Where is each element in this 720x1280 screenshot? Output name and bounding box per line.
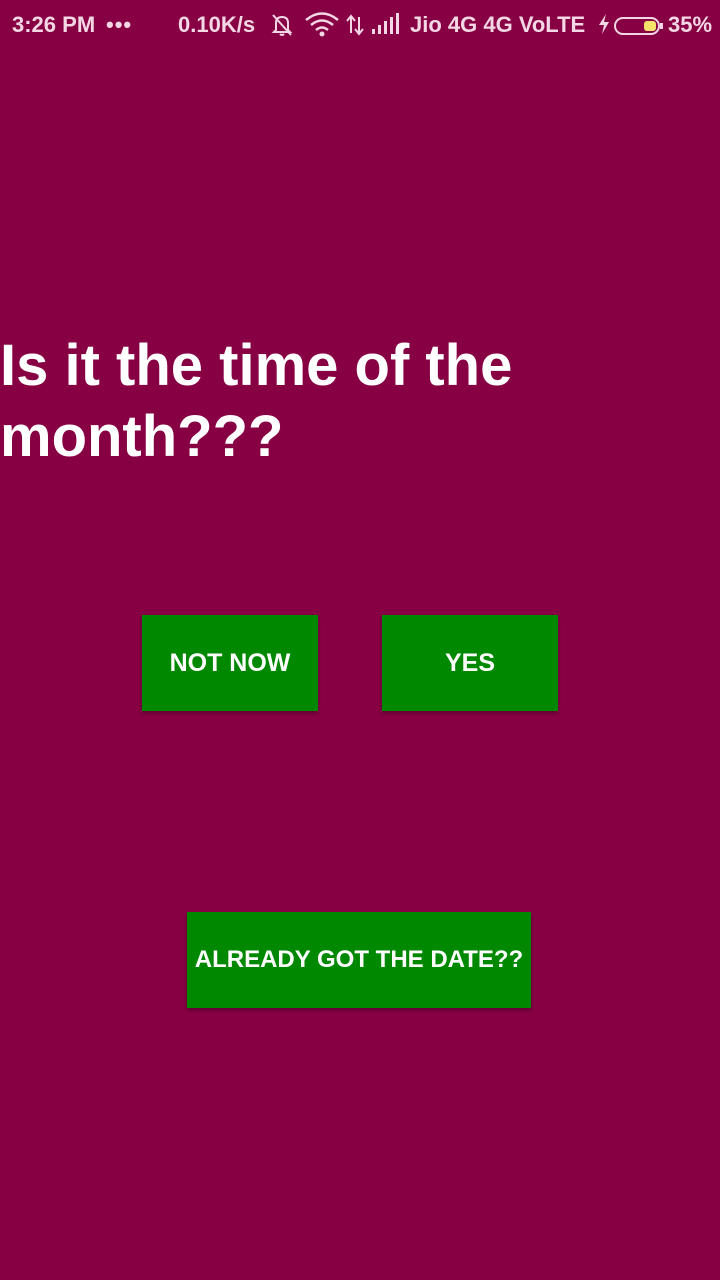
status-more-dots: ••• [106,12,133,37]
battery-icon [614,15,664,43]
bell-off-icon [270,12,294,45]
not-now-button[interactable]: NOT NOW [142,615,318,711]
charging-bolt-icon [597,13,611,42]
already-got-date-button[interactable]: ALREADY GOT THE DATE?? [187,912,531,1008]
app-screen: 3:26 PM ••• 0.10K/s Jio 4G 4G VoLTE 35% … [0,0,720,1280]
wifi-icon [304,11,340,44]
question-heading: Is it the time of the month??? [0,333,513,469]
status-battery-percent: 35% [668,12,713,37]
status-net-speed: 0.10K/s [178,12,256,37]
signal-icon [371,12,401,43]
status-time: 3:26 PM [12,12,96,37]
data-arrows-icon [346,13,364,44]
status-carrier: Jio 4G 4G VoLTE [410,12,586,37]
status-bar: 3:26 PM ••• 0.10K/s Jio 4G 4G VoLTE 35% [0,0,720,50]
yes-button[interactable]: YES [382,615,558,711]
